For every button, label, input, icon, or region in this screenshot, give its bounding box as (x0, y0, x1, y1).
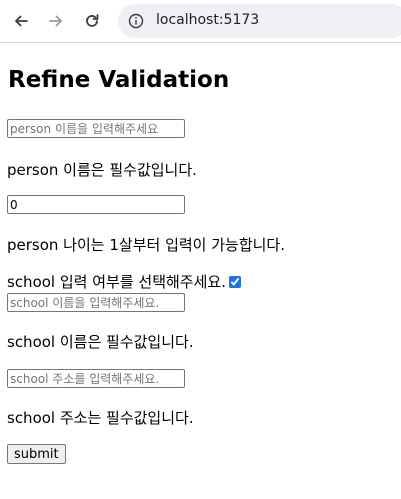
forward-arrow-icon (49, 15, 62, 27)
school-address-input[interactable] (7, 369, 185, 388)
person-age-input[interactable] (7, 195, 185, 214)
address-bar[interactable]: localhost:5173 (118, 4, 401, 38)
back-arrow-icon (15, 15, 28, 27)
school-name-input[interactable] (7, 293, 185, 312)
info-icon[interactable] (128, 13, 144, 29)
school-name-error: school 이름은 필수값입니다. (7, 333, 194, 351)
school-toggle-label: school 입력 여부를 선택해주세요. (7, 273, 226, 291)
school-address-error: school 주소는 필수값입니다. (7, 409, 194, 427)
reload-icon (86, 14, 99, 27)
reload-button[interactable] (78, 7, 106, 35)
submit-button[interactable]: submit (7, 444, 66, 464)
school-toggle-row: school 입력 여부를 선택해주세요. (7, 271, 241, 292)
person-name-error: person 이름은 필수값입니다. (7, 161, 197, 179)
url-text[interactable]: localhost:5173 (156, 12, 259, 28)
forward-button[interactable] (42, 7, 70, 35)
page-title: Refine Validation (8, 67, 230, 93)
browser-toolbar: localhost:5173 (0, 0, 401, 43)
school-toggle-checkbox[interactable] (228, 276, 241, 288)
back-button[interactable] (7, 7, 35, 35)
person-name-input[interactable] (7, 119, 185, 138)
person-age-error: person 나이는 1살부터 입력이 가능합니다. (7, 236, 286, 254)
